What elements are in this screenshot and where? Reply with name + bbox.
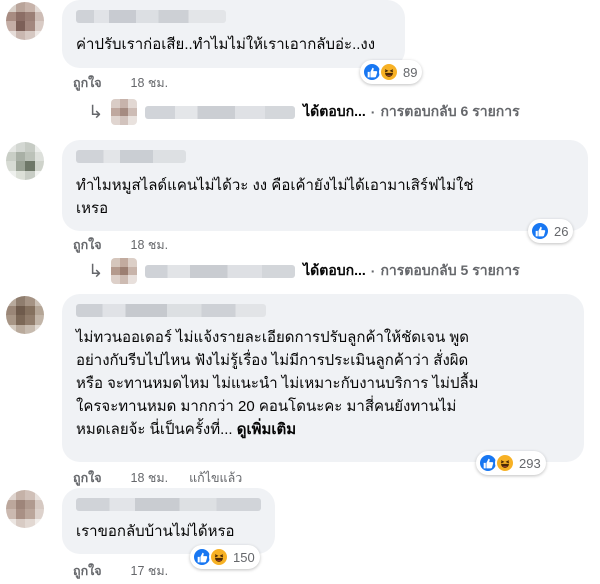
like-icon bbox=[530, 221, 550, 241]
replier-name-blurred bbox=[145, 105, 296, 119]
commenter-name-blurred[interactable] bbox=[76, 498, 261, 511]
comment-text: ค่าปรับเราก่อเสีย..ทำไมไม่ให้เราเอากลับอ… bbox=[76, 36, 376, 53]
commenter-name-blurred[interactable] bbox=[76, 10, 226, 23]
comment-text: เราขอกลับบ้านไม่ได้หรอ bbox=[76, 523, 235, 540]
reaction-count: 293 bbox=[519, 455, 541, 471]
haha-icon bbox=[379, 62, 399, 82]
comment-meta: ถูกใจ 18 ชม. แก้ไขแล้ว bbox=[73, 468, 242, 488]
comment-text-line: เหรอ bbox=[76, 200, 109, 217]
comment-meta: ถูกใจ 17 ชม. bbox=[73, 561, 168, 581]
comment-text-line: ใครจะทานหมด มากกว่า 20 คอนโดนะคะ มาสี่คน… bbox=[76, 398, 457, 415]
replier-avatar bbox=[111, 99, 138, 125]
separator: · bbox=[370, 104, 376, 120]
reaction-summary[interactable]: 89 bbox=[360, 60, 423, 84]
reaction-summary[interactable]: 293 bbox=[476, 451, 546, 475]
commenter-avatar[interactable] bbox=[6, 296, 44, 334]
timestamp[interactable]: 18 ชม. bbox=[131, 471, 169, 485]
haha-icon bbox=[495, 453, 515, 473]
reply-arrow-icon: ↳ bbox=[88, 101, 104, 122]
comment-text-line: ทำไมหมูสไลด์แคนไม่ได้วะ งง คือเค้ายังไม่… bbox=[76, 177, 474, 194]
comment-text-line: ไม่ทวนออเดอร์ ไม่แจ้งรายละเอียดการปรับลู… bbox=[76, 329, 470, 346]
commenter-name-blurred[interactable] bbox=[76, 304, 266, 317]
view-replies-link[interactable]: การตอบกลับ 5 รายการ bbox=[380, 260, 519, 282]
commenter-avatar[interactable] bbox=[6, 490, 44, 528]
timestamp[interactable]: 18 ชม. bbox=[131, 238, 169, 252]
separator: · bbox=[370, 263, 376, 279]
commenter-avatar[interactable] bbox=[6, 142, 44, 180]
comment-text-line: อย่างกับรีบไปไหน ฟังไม่รู้เรื่อง ไม่มีกา… bbox=[76, 352, 469, 369]
reply-preview-text: ได้ตอบก... bbox=[303, 262, 366, 278]
comment-meta: ถูกใจ 18 ชม. bbox=[73, 73, 168, 93]
view-replies-link[interactable]: การตอบกลับ 6 รายการ bbox=[380, 101, 519, 123]
reaction-count: 26 bbox=[554, 223, 569, 239]
reaction-summary[interactable]: 150 bbox=[190, 545, 260, 569]
comment-text-line: หรือ จะทานหมดไหม ไม่แนะนำ ไม่เหมาะกับงาน… bbox=[76, 375, 479, 392]
comment-text: ไม่ทวนออเดอร์ ไม่แจ้งรายละเอียดการปรับลู… bbox=[76, 326, 581, 441]
timestamp[interactable]: 17 ชม. bbox=[131, 564, 169, 578]
comment-text-tail: หมดเลยจ้ะ นี่เป็นครั้งที่... bbox=[76, 421, 233, 438]
like-link[interactable]: ถูกใจ bbox=[73, 76, 102, 90]
reaction-summary[interactable]: 26 bbox=[528, 219, 574, 243]
reply-preview-row[interactable]: ↳ ได้ตอบก... · การตอบกลับ 6 รายการ bbox=[88, 99, 520, 125]
haha-icon bbox=[209, 547, 229, 567]
reply-arrow-icon: ↳ bbox=[88, 260, 104, 281]
edited-label[interactable]: แก้ไขแล้ว bbox=[189, 471, 242, 485]
like-link[interactable]: ถูกใจ bbox=[73, 564, 102, 578]
reaction-count: 89 bbox=[403, 64, 418, 80]
comment-text-line: หมดเลยจ้ะ นี่เป็นครั้งที่... ดูเพิ่มเติม bbox=[76, 418, 581, 441]
comment-text: ทำไมหมูสไลด์แคนไม่ได้วะ งง คือเค้ายังไม่… bbox=[76, 174, 581, 220]
commenter-avatar[interactable] bbox=[6, 2, 44, 40]
replier-avatar bbox=[111, 258, 138, 284]
reply-preview-row[interactable]: ↳ ได้ตอบก... · การตอบกลับ 5 รายการ bbox=[88, 258, 520, 284]
commenter-name-blurred[interactable] bbox=[76, 150, 186, 163]
like-link[interactable]: ถูกใจ bbox=[73, 471, 102, 485]
like-link[interactable]: ถูกใจ bbox=[73, 238, 102, 252]
reply-preview-text: ได้ตอบก... bbox=[303, 103, 366, 119]
comment-meta: ถูกใจ 18 ชม. bbox=[73, 235, 168, 255]
reaction-count: 150 bbox=[233, 549, 255, 565]
see-more-link[interactable]: ดูเพิ่มเติม bbox=[237, 421, 296, 438]
timestamp[interactable]: 18 ชม. bbox=[131, 76, 169, 90]
replier-name-blurred bbox=[145, 264, 296, 278]
